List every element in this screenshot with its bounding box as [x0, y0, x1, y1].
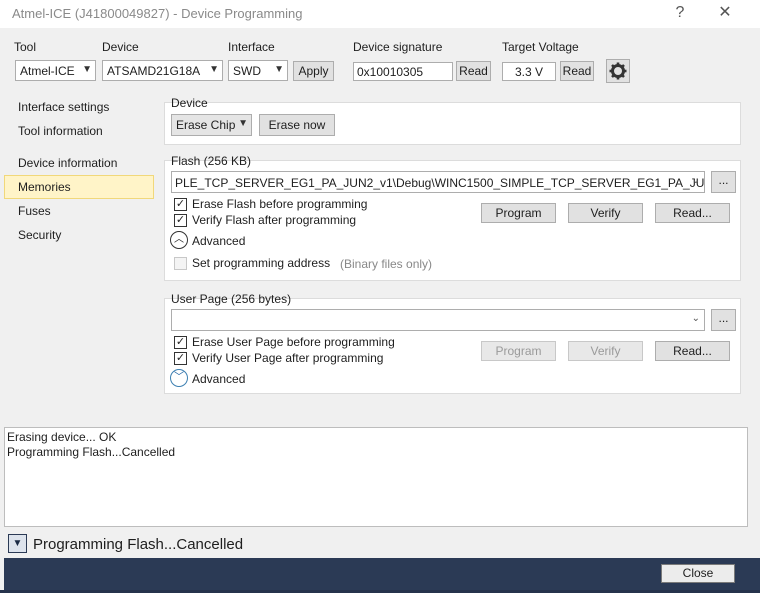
tool-label: Tool	[14, 40, 37, 54]
title-bar: Atmel-ICE (J41800049827) - Device Progra…	[0, 0, 760, 28]
memories-panel: Device Erase Chip ▼ Erase now Flash (256…	[154, 93, 748, 423]
close-button[interactable]: Close	[661, 564, 735, 583]
chevron-down-icon: ▼	[238, 118, 248, 129]
signature-field[interactable]: 0x10010305	[353, 62, 453, 81]
user-page-program-button[interactable]: Program	[481, 341, 556, 361]
erase-user-page-label: Erase User Page before programming	[192, 335, 395, 349]
log-line: Programming Flash...Cancelled	[7, 445, 176, 459]
flash-file-path: PLE_TCP_SERVER_EG1_PA_JUN2_v1\Debug\WINC…	[175, 176, 705, 190]
user-page-advanced-label: Advanced	[192, 372, 246, 386]
user-page-advanced-toggle[interactable]: ﹀	[170, 369, 188, 387]
signature-read-button[interactable]: Read	[456, 61, 491, 81]
verify-user-page-label: Verify User Page after programming	[192, 351, 384, 365]
sidebar-item-tool-information[interactable]: Tool information	[18, 124, 103, 138]
signature-label: Device signature	[353, 40, 443, 54]
device-select[interactable]: ATSAMD21G18A ▼	[102, 60, 223, 81]
chevron-down-icon: ⌄	[691, 175, 700, 186]
window-close-button[interactable]: ✕	[705, 0, 745, 28]
flash-read-button[interactable]: Read...	[655, 203, 730, 223]
user-page-verify-button[interactable]: Verify	[568, 341, 643, 361]
sidebar: Interface settings Tool information Devi…	[4, 93, 154, 423]
window-title: Atmel-ICE (J41800049827) - Device Progra…	[12, 6, 303, 21]
erase-user-page-checkbox[interactable]: ✓	[174, 336, 187, 349]
user-page-file-select[interactable]: ⌄	[171, 309, 705, 331]
set-address-checkbox[interactable]	[174, 257, 187, 270]
tool-select-value: Atmel-ICE	[20, 64, 75, 78]
erase-now-button[interactable]: Erase now	[259, 114, 335, 136]
device-label: Device	[102, 40, 139, 54]
chevron-down-icon: ⌄	[691, 313, 700, 324]
status-text: Programming Flash...Cancelled	[33, 536, 244, 553]
verify-user-page-checkbox[interactable]: ✓	[174, 352, 187, 365]
flash-file-select[interactable]: PLE_TCP_SERVER_EG1_PA_JUN2_v1\Debug\WINC…	[171, 171, 705, 193]
flash-advanced-label: Advanced	[192, 234, 246, 248]
flash-section-title: Flash (256 KB)	[171, 154, 252, 168]
sidebar-item-fuses[interactable]: Fuses	[18, 204, 51, 218]
chevron-down-icon: ▼	[209, 64, 219, 75]
user-page-browse-button[interactable]: ...	[711, 309, 736, 331]
tool-select[interactable]: Atmel-ICE ▼	[15, 60, 96, 81]
dialog-footer: Close	[4, 558, 760, 593]
verify-flash-label: Verify Flash after programming	[192, 213, 357, 227]
erase-mode-select[interactable]: Erase Chip ▼	[171, 114, 252, 136]
sidebar-item-security[interactable]: Security	[18, 228, 61, 242]
device-section-title: Device	[171, 96, 208, 110]
erase-mode-value: Erase Chip	[176, 118, 236, 132]
chevron-down-icon: ▼	[82, 64, 92, 75]
user-page-section-title: User Page (256 bytes)	[171, 292, 292, 306]
binary-only-note: (Binary files only)	[340, 257, 433, 271]
chevron-up-icon: ︿	[174, 234, 184, 245]
set-address-label: Set programming address	[192, 256, 331, 270]
chevron-down-icon: ▼	[274, 64, 284, 75]
settings-button[interactable]	[606, 59, 630, 83]
log-line: Erasing device... OK	[7, 430, 117, 444]
voltage-label: Target Voltage	[502, 40, 579, 54]
flash-advanced-toggle[interactable]: ︿	[170, 231, 188, 249]
sidebar-item-interface-settings[interactable]: Interface settings	[18, 100, 109, 114]
chevron-down-icon: ﹀	[174, 372, 184, 383]
header-toolbar: Tool Atmel-ICE ▼ Device ATSAMD21G18A ▼ I…	[4, 28, 748, 90]
voltage-field[interactable]: 3.3 V	[502, 62, 556, 81]
flash-browse-button[interactable]: ...	[711, 171, 736, 193]
chevron-down-icon: ▼	[12, 538, 23, 549]
sidebar-item-device-information[interactable]: Device information	[18, 156, 117, 170]
interface-label: Interface	[228, 40, 275, 54]
output-log[interactable]: Erasing device... OK Programming Flash..…	[4, 427, 748, 527]
flash-program-button[interactable]: Program	[481, 203, 556, 223]
status-expand-button[interactable]: ▼	[8, 534, 27, 553]
help-button[interactable]: ?	[660, 0, 700, 28]
user-page-read-button[interactable]: Read...	[655, 341, 730, 361]
interface-select[interactable]: SWD ▼	[228, 60, 288, 81]
interface-select-value: SWD	[233, 64, 261, 78]
erase-flash-label: Erase Flash before programming	[192, 197, 368, 211]
sidebar-item-memories[interactable]: Memories	[18, 180, 71, 194]
erase-flash-checkbox[interactable]: ✓	[174, 198, 187, 211]
voltage-read-button[interactable]: Read	[560, 61, 594, 81]
gear-icon	[609, 62, 627, 80]
status-bar: ▼ Programming Flash...Cancelled	[4, 530, 748, 558]
verify-flash-checkbox[interactable]: ✓	[174, 214, 187, 227]
apply-button[interactable]: Apply	[293, 61, 334, 81]
device-select-value: ATSAMD21G18A	[107, 64, 201, 78]
flash-verify-button[interactable]: Verify	[568, 203, 643, 223]
